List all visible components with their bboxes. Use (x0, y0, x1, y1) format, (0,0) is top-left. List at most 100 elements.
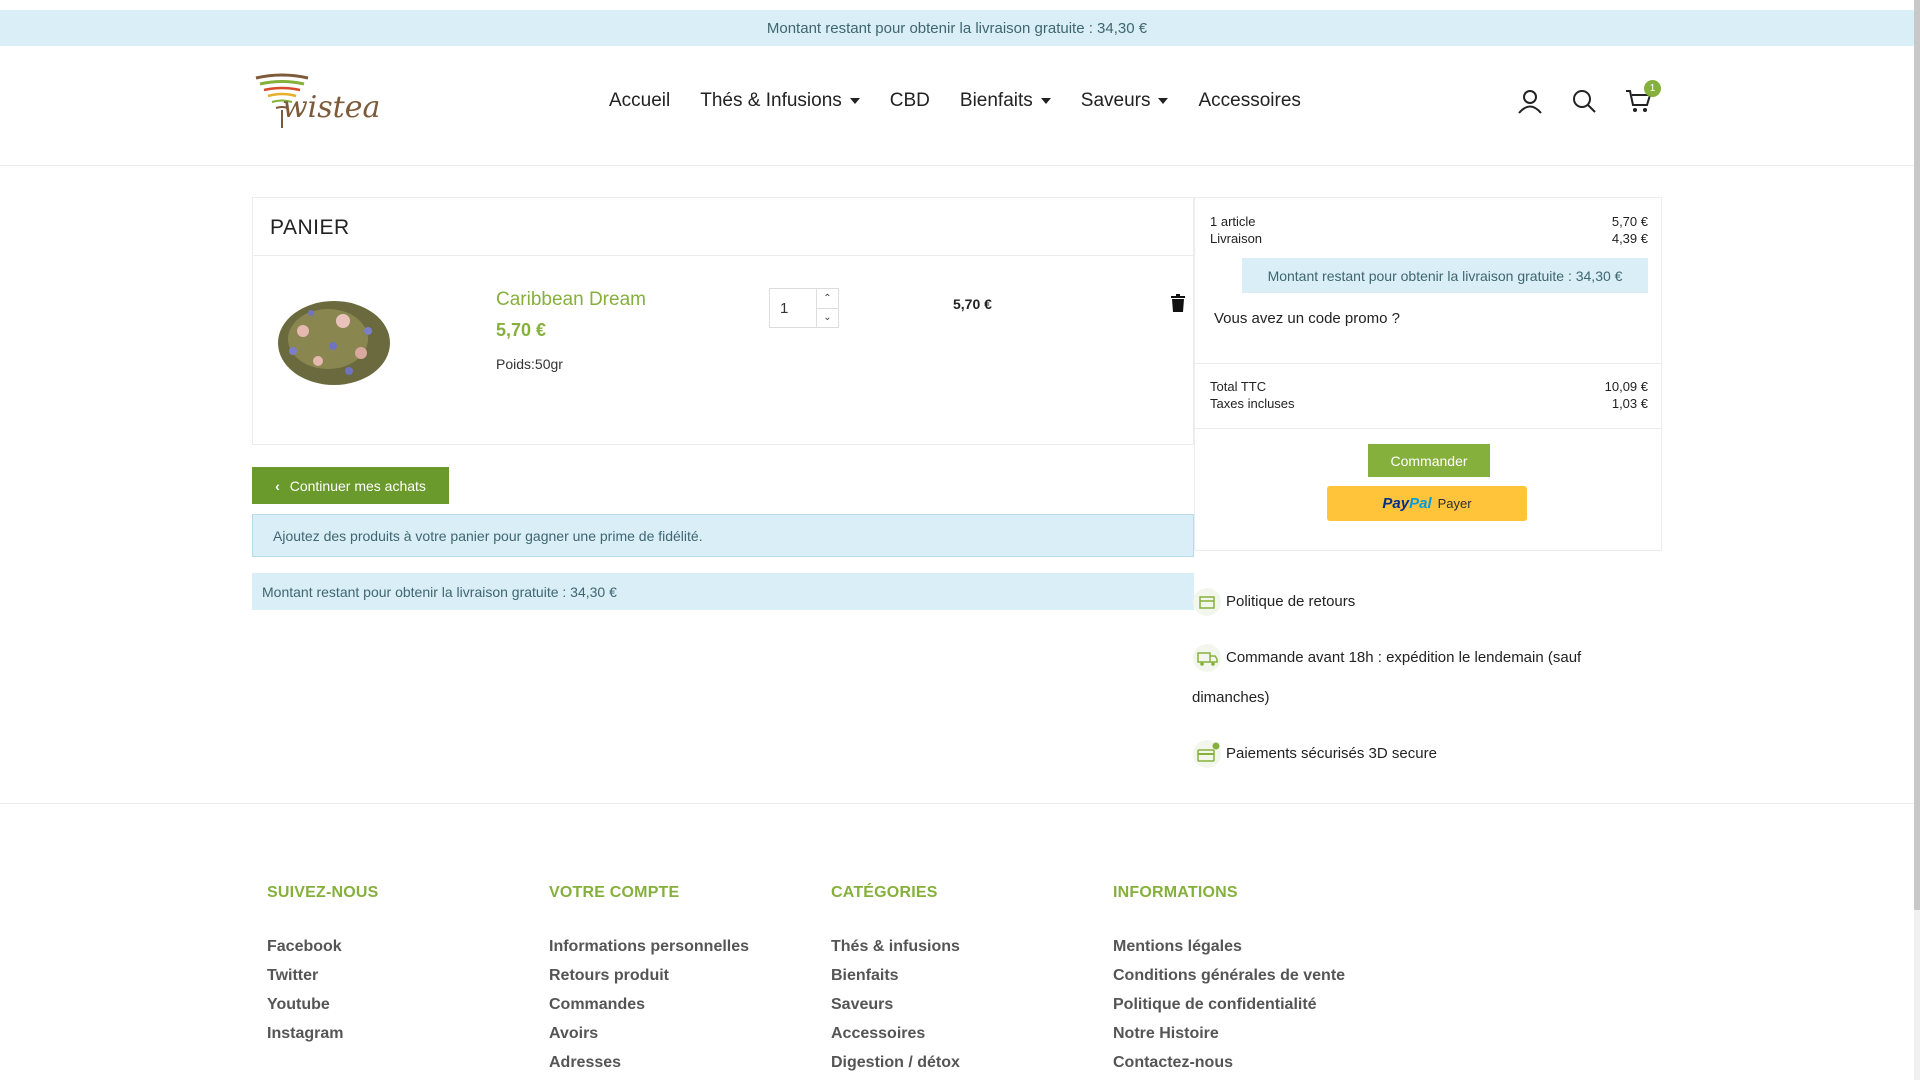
footer-link-our-story[interactable]: Notre Histoire (1113, 1019, 1373, 1048)
paypal-button-label: Payer (1437, 496, 1472, 511)
reassurance-delivery-text: Commande avant 18h : expédition le lende… (1192, 649, 1582, 706)
scrollbar-thumb[interactable] (1914, 0, 1920, 910)
divider (1195, 363, 1661, 364)
footer-link-facebook[interactable]: Facebook (267, 932, 527, 961)
footer-link-terms[interactable]: Conditions générales de vente (1113, 961, 1373, 990)
cart-icon[interactable]: 1 (1623, 80, 1661, 116)
summary-free-shipping-text: Montant restant pour obtenir la livraiso… (1267, 267, 1623, 284)
trash-icon[interactable] (1171, 294, 1185, 312)
free-shipping-banner: Montant restant pour obtenir la livraiso… (0, 10, 1914, 46)
reassurance-returns: Politique de retours (1192, 582, 1632, 622)
header-actions: 1 (1515, 80, 1677, 116)
footer-column-title: VOTRE COMPTE (549, 884, 680, 901)
logo-wordmark: wistea (282, 90, 381, 125)
footer-link-instagram[interactable]: Instagram (267, 1019, 527, 1048)
footer-link-youtube[interactable]: Youtube (267, 990, 527, 1019)
nav-label: Accessoires (1198, 90, 1301, 111)
footer-column-categories: CATÉGORIES Thés & infusions Bienfaits Sa… (831, 884, 1091, 1077)
cart-count-badge: 1 (1644, 80, 1661, 97)
footer-column-title: SUIVEZ-NOUS (267, 884, 379, 901)
nav-item-thes-infusions[interactable]: Thés & Infusions (700, 90, 860, 112)
search-icon[interactable] (1569, 86, 1599, 116)
reassurance-delivery: Commande avant 18h : expédition le lende… (1192, 638, 1632, 718)
free-shipping-notice-text: Montant restant pour obtenir la livraiso… (262, 583, 617, 600)
footer-link-orders[interactable]: Commandes (549, 990, 809, 1019)
summary-taxes-label: Taxes incluses (1210, 396, 1295, 411)
free-shipping-banner-text: Montant restant pour obtenir la livraiso… (766, 19, 1148, 37)
nav-label: CBD (889, 90, 930, 111)
caret-down-icon (1158, 98, 1169, 104)
summary-articles-label: 1 article (1210, 214, 1256, 229)
promo-code-link[interactable]: Vous avez un code promo ? (1214, 310, 1400, 327)
footer-link-digestion[interactable]: Digestion / détox (831, 1048, 1091, 1077)
continue-shopping-button[interactable]: ‹ Continuer mes achats (252, 467, 449, 504)
free-shipping-notice: Montant restant pour obtenir la livraiso… (252, 573, 1194, 610)
user-icon[interactable] (1515, 86, 1545, 116)
product-image[interactable] (273, 291, 395, 391)
nav-item-saveurs[interactable]: Saveurs (1081, 90, 1169, 112)
checkout-button-label: Commander (1390, 452, 1468, 469)
reassurance-payment-text: Paiements sécurisés 3D secure (1226, 745, 1437, 762)
product-weight: Poids:50gr (496, 356, 563, 372)
nav-label: Saveurs (1080, 90, 1151, 111)
line-total-price: 5,70 € (953, 296, 992, 312)
summary-articles-row: 1 article 5,70 € (1210, 214, 1648, 229)
chevron-up-icon[interactable]: ⌃ (817, 289, 838, 308)
cart-panel: PANIER Caribbean Dream 5,70 € Poids:50gr… (252, 197, 1194, 445)
page-scrollbar[interactable] (1914, 0, 1920, 1080)
main-nav: Accueil Thés & Infusions CBD Bienfaits S… (609, 90, 1331, 112)
footer-column-follow: SUIVEZ-NOUS Facebook Twitter Youtube Ins… (267, 884, 527, 1048)
product-unit-price: 5,70 € (496, 320, 547, 340)
nav-item-cbd[interactable]: CBD (890, 90, 930, 112)
chevron-down-icon[interactable]: ⌄ (817, 307, 838, 328)
checkout-button[interactable]: Commander (1368, 444, 1490, 477)
nav-label: Thés & Infusions (700, 90, 842, 111)
site-logo[interactable]: wistea (252, 70, 380, 132)
quantity-stepper[interactable]: 1 ⌃ ⌄ (769, 288, 839, 328)
footer-link-flavors[interactable]: Saveurs (831, 990, 1091, 1019)
summary-shipping-value: 4,39 € (1611, 231, 1648, 246)
summary-articles-value: 5,70 € (1611, 214, 1648, 229)
quantity-buttons: ⌃ ⌄ (816, 289, 838, 327)
footer-link-contact[interactable]: Contactez-nous (1113, 1048, 1373, 1077)
footer-link-addresses[interactable]: Adresses (549, 1048, 809, 1077)
reassurance-returns-text: Politique de retours (1226, 593, 1356, 610)
loyalty-notice-text: Ajoutez des produits à votre panier pour… (273, 527, 703, 544)
caret-down-icon (849, 98, 860, 104)
footer-column-title: INFORMATIONS (1113, 884, 1238, 901)
divider (1195, 428, 1661, 429)
summary-total-row: Total TTC 10,09 € (1210, 379, 1648, 394)
footer-link-returns[interactable]: Retours produit (549, 961, 809, 990)
nav-item-accueil[interactable]: Accueil (609, 90, 670, 112)
product-name-link[interactable]: Caribbean Dream (496, 289, 646, 311)
footer-link-benefits[interactable]: Bienfaits (831, 961, 1091, 990)
paypal-button[interactable]: Pay Pal Payer (1327, 486, 1527, 521)
summary-free-shipping-notice: Montant restant pour obtenir la livraiso… (1242, 258, 1648, 293)
paypal-logo-pay: Pay (1382, 495, 1410, 512)
paypal-logo-pal: Pal (1409, 495, 1432, 512)
nav-item-accessoires[interactable]: Accessoires (1198, 90, 1300, 112)
continue-shopping-label: Continuer mes achats (289, 477, 426, 494)
summary-total-label: Total TTC (1210, 379, 1267, 394)
footer-link-privacy[interactable]: Politique de confidentialité (1113, 990, 1373, 1019)
nav-item-bienfaits[interactable]: Bienfaits (960, 90, 1051, 112)
caret-down-icon (1040, 98, 1051, 104)
footer-link-teas[interactable]: Thés & infusions (831, 932, 1091, 961)
delivery-truck-icon (1192, 643, 1222, 673)
nav-label: Bienfaits (959, 90, 1033, 111)
footer-link-legal[interactable]: Mentions légales (1113, 932, 1373, 961)
reassurance-payment: Paiements sécurisés 3D secure (1192, 734, 1632, 774)
footer-column-account: VOTRE COMPTE Informations personnelles R… (549, 884, 809, 1077)
summary-taxes-row: Taxes incluses 1,03 € (1210, 396, 1648, 411)
footer-link-twitter[interactable]: Twitter (267, 961, 527, 990)
footer-link-credits[interactable]: Avoirs (549, 1019, 809, 1048)
quantity-input[interactable]: 1 (770, 289, 816, 327)
summary-total-value: 10,09 € (1604, 379, 1648, 394)
footer-link-accessories[interactable]: Accessoires (831, 1019, 1091, 1048)
page-title: PANIER (270, 216, 350, 239)
cart-summary: 1 article 5,70 € Livraison 4,39 € Montan… (1194, 197, 1662, 551)
footer-column-information: INFORMATIONS Mentions légales Conditions… (1113, 884, 1373, 1077)
footer-link-personal-info[interactable]: Informations personnelles (549, 932, 809, 961)
footer-column-title: CATÉGORIES (831, 884, 938, 901)
summary-taxes-value: 1,03 € (1611, 396, 1648, 411)
